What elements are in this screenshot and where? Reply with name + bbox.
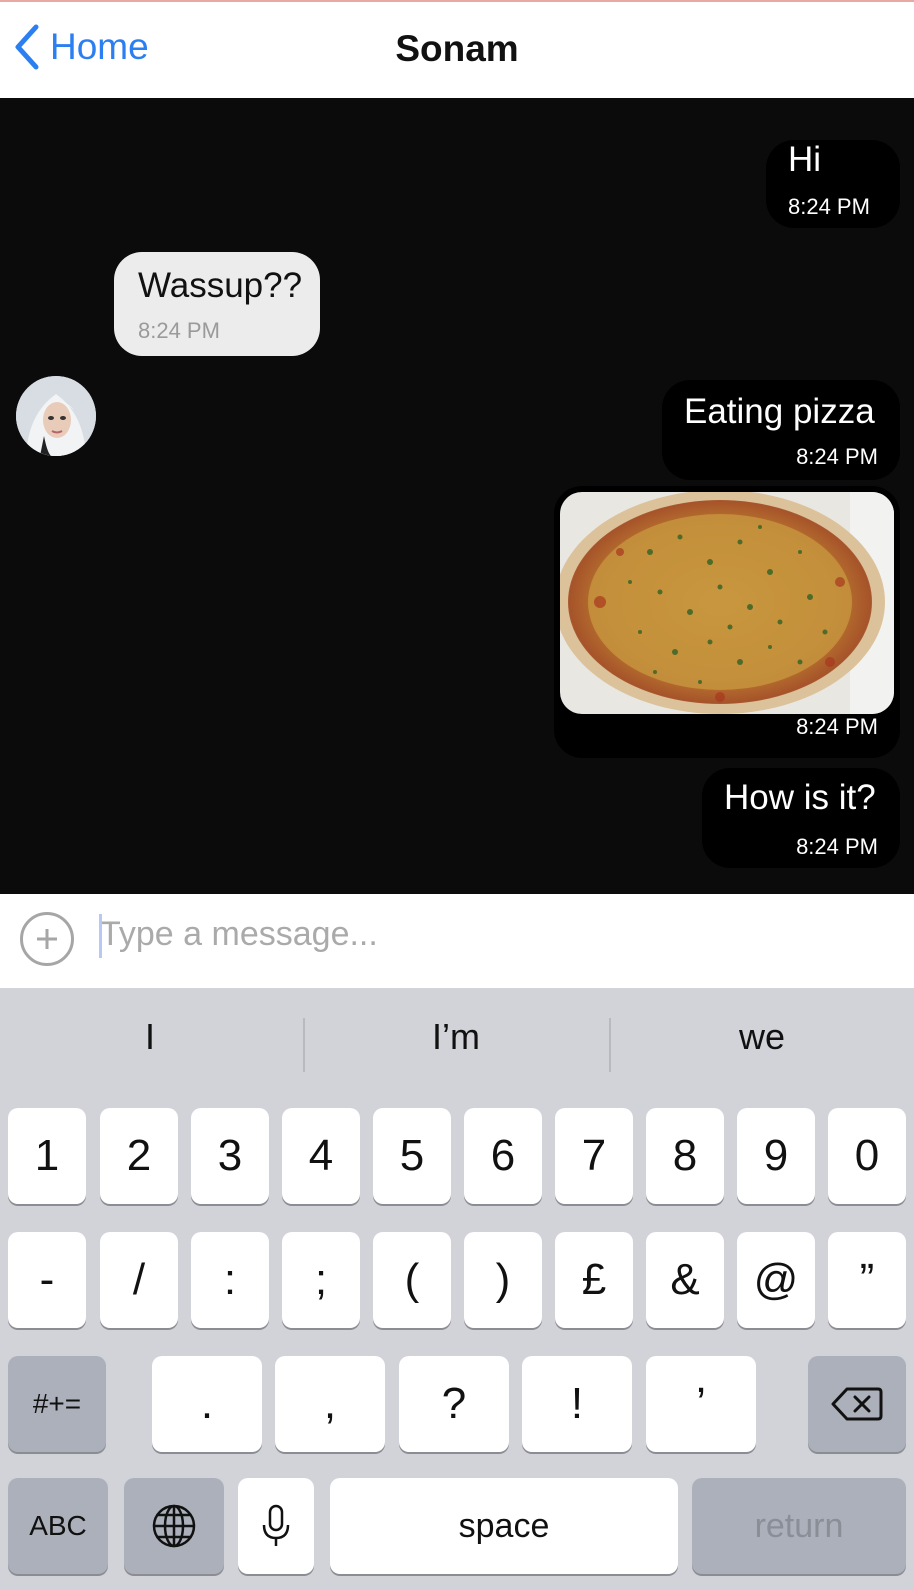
key-4[interactable]: 4 <box>282 1108 360 1204</box>
key-3[interactable]: 3 <box>191 1108 269 1204</box>
key-8[interactable]: 8 <box>646 1108 724 1204</box>
key-colon[interactable]: : <box>191 1232 269 1328</box>
message-text: Eating pizza <box>684 392 875 431</box>
key-quote[interactable]: ” <box>828 1232 906 1328</box>
key-7[interactable]: 7 <box>555 1108 633 1204</box>
pizza-image <box>560 492 894 714</box>
key-1[interactable]: 1 <box>8 1108 86 1204</box>
abc-key[interactable]: ABC <box>8 1478 108 1574</box>
key-9[interactable]: 9 <box>737 1108 815 1204</box>
message-time: 8:24 PM <box>796 714 878 739</box>
message-time: 8:24 PM <box>796 834 878 859</box>
message-bubble-outgoing[interactable]: Hi 8:24 PM <box>766 140 900 228</box>
globe-key[interactable] <box>124 1478 224 1574</box>
message-bubble-outgoing[interactable]: Eating pizza 8:24 PM <box>662 380 900 480</box>
suggestion-item[interactable]: I’m <box>306 1016 606 1058</box>
message-text: Wassup?? <box>138 266 303 305</box>
message-time: 8:24 PM <box>796 444 878 469</box>
symbols-key[interactable]: #+= <box>8 1356 106 1452</box>
key-hyphen[interactable]: - <box>8 1232 86 1328</box>
microphone-key[interactable] <box>238 1478 314 1574</box>
key-exclamation[interactable]: ! <box>522 1356 632 1452</box>
backspace-icon <box>831 1387 883 1421</box>
message-time: 8:24 PM <box>138 318 220 343</box>
image-message-bubble[interactable]: 8:24 PM <box>554 486 900 758</box>
key-ampersand[interactable]: & <box>646 1232 724 1328</box>
return-key[interactable]: return <box>692 1478 906 1574</box>
suggestion-item[interactable]: we <box>612 1016 912 1058</box>
key-at[interactable]: @ <box>737 1232 815 1328</box>
message-composer <box>0 894 914 988</box>
key-open-paren[interactable]: ( <box>373 1232 451 1328</box>
suggestion-item[interactable]: I <box>0 1016 300 1058</box>
key-6[interactable]: 6 <box>464 1108 542 1204</box>
key-slash[interactable]: / <box>100 1232 178 1328</box>
suggestion-divider <box>303 1018 305 1072</box>
globe-icon <box>152 1504 196 1548</box>
key-question[interactable]: ? <box>399 1356 509 1452</box>
navigation-bar: Home Sonam <box>0 2 914 98</box>
message-bubble-outgoing[interactable]: How is it? 8:24 PM <box>702 768 900 868</box>
key-apostrophe[interactable]: ’ <box>646 1356 756 1452</box>
key-pound[interactable]: £ <box>555 1232 633 1328</box>
key-0[interactable]: 0 <box>828 1108 906 1204</box>
suggestion-bar: I I’m we <box>0 988 914 1088</box>
message-bubble-incoming[interactable]: Wassup?? 8:24 PM <box>114 252 320 356</box>
key-semicolon[interactable]: ; <box>282 1232 360 1328</box>
keyboard: I I’m we 1 2 3 4 5 6 7 8 9 0 - / : ; ( )… <box>0 988 914 1590</box>
key-5[interactable]: 5 <box>373 1108 451 1204</box>
microphone-icon <box>262 1504 290 1546</box>
message-text: How is it? <box>724 778 876 817</box>
pizza-photo[interactable] <box>560 492 894 714</box>
message-text: Hi <box>788 140 822 179</box>
suggestion-divider <box>609 1018 611 1072</box>
key-2[interactable]: 2 <box>100 1108 178 1204</box>
text-cursor <box>99 914 102 958</box>
message-time: 8:24 PM <box>788 194 870 219</box>
message-list[interactable]: Hi 8:24 PM Wassup?? 8:24 PM Eating pizza… <box>0 98 914 894</box>
backspace-key[interactable] <box>808 1356 906 1452</box>
key-comma[interactable]: , <box>275 1356 385 1452</box>
message-input[interactable] <box>100 910 880 958</box>
plus-circle-icon[interactable] <box>20 912 74 966</box>
space-key[interactable]: space <box>330 1478 678 1574</box>
avatar-image <box>16 376 96 456</box>
chat-title: Sonam <box>395 28 519 69</box>
avatar[interactable] <box>16 376 96 456</box>
key-period[interactable]: . <box>152 1356 262 1452</box>
key-close-paren[interactable]: ) <box>464 1232 542 1328</box>
